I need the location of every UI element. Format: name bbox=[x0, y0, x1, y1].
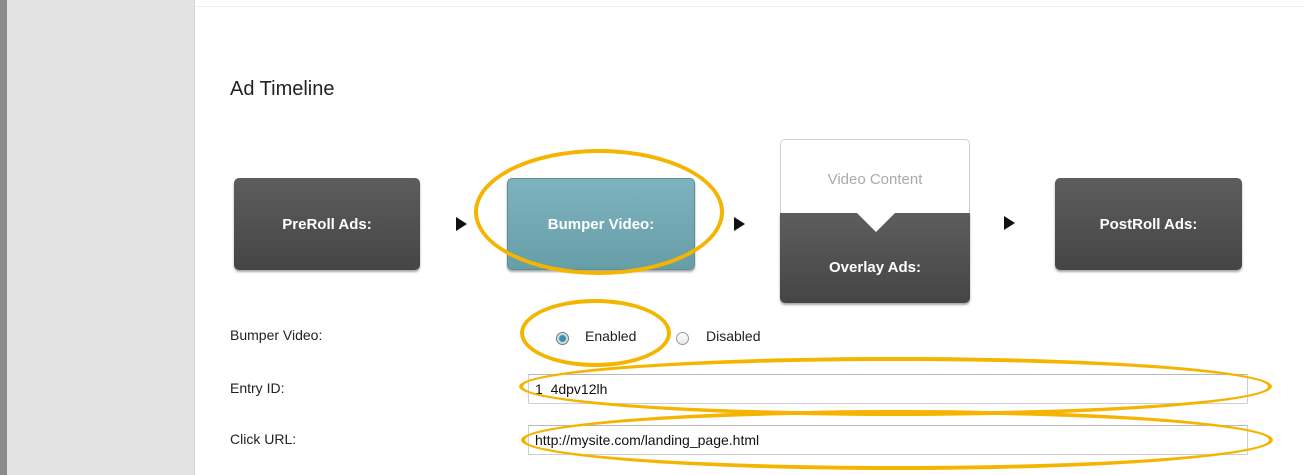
arrow-right-icon bbox=[1004, 216, 1015, 230]
click-url-label: Click URL: bbox=[230, 431, 297, 447]
window-edge bbox=[0, 0, 7, 475]
disabled-radio[interactable] bbox=[676, 332, 689, 345]
preroll-ads-stage[interactable]: PreRoll Ads: bbox=[234, 178, 420, 270]
enabled-radio-label[interactable]: Enabled bbox=[585, 328, 636, 344]
arrow-right-icon bbox=[456, 217, 467, 231]
disabled-radio-label[interactable]: Disabled bbox=[706, 328, 760, 344]
entry-id-label: Entry ID: bbox=[230, 380, 285, 396]
video-content-card: Video Content Overlay Ads: bbox=[780, 139, 970, 303]
overlay-notch bbox=[853, 209, 899, 232]
enabled-radio[interactable] bbox=[556, 332, 569, 345]
postroll-ads-stage[interactable]: PostRoll Ads: bbox=[1055, 178, 1242, 270]
divider bbox=[195, 6, 1304, 7]
click-url-input[interactable] bbox=[528, 425, 1248, 455]
entry-id-input[interactable] bbox=[528, 374, 1248, 404]
overlay-ads-label: Overlay Ads: bbox=[829, 259, 921, 276]
video-content-label: Video Content bbox=[827, 171, 923, 188]
sidebar bbox=[7, 0, 195, 475]
bumper-video-stage[interactable]: Bumper Video: bbox=[507, 178, 695, 270]
section-title: Ad Timeline bbox=[230, 78, 335, 100]
bumper-video-field-label: Bumper Video: bbox=[230, 327, 323, 343]
arrow-right-icon bbox=[734, 217, 745, 231]
